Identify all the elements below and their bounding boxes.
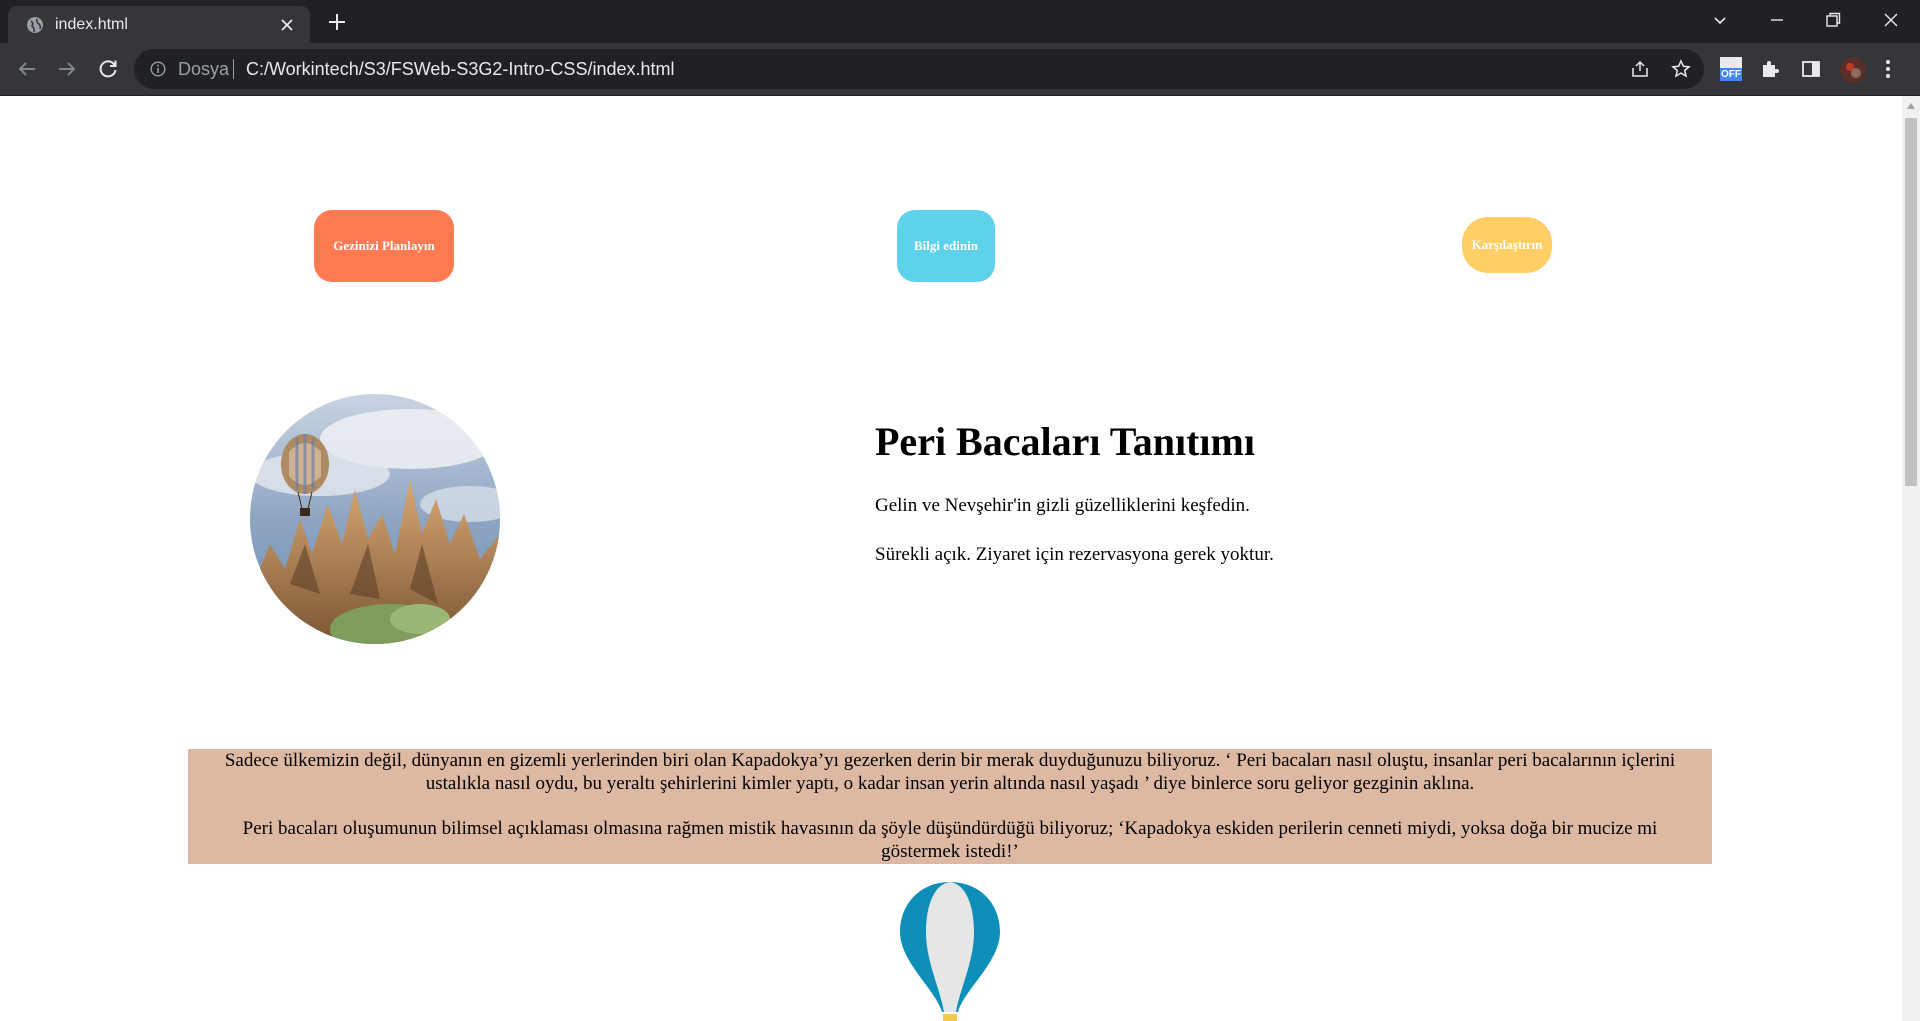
plan-trip-button[interactable]: Gezinizi Planlayın [314,210,454,282]
page-title: Peri Bacaları Tanıtımı [875,419,1255,464]
tab-search-chevron-icon[interactable] [1710,10,1730,30]
compare-button[interactable]: Karşılaştırın [1462,217,1552,273]
extensions-puzzle-icon[interactable] [1759,58,1781,80]
opening-hours-text: Sürekli açık. Ziyaret için rezervasyona … [875,544,1274,565]
reload-icon[interactable] [96,57,120,81]
browser-toolbar: Dosya C:/Workintech/S3/FSWeb-S3G2-Intro-… [0,43,1920,96]
close-tab-icon[interactable] [280,18,294,32]
globe-icon [27,17,43,33]
url-text[interactable]: C:/Workintech/S3/FSWeb-S3G2-Intro-CSS/in… [246,59,674,80]
scrollbar-thumb[interactable] [1905,118,1917,486]
forward-arrow-icon[interactable] [55,57,79,81]
browser-tab[interactable]: index.html [8,6,310,43]
story-paragraph: Peri bacaları oluşumunun bilimsel açıkla… [242,818,1658,862]
share-icon[interactable] [1630,59,1650,79]
page-scrollbar[interactable] [1902,96,1920,1021]
info-icon[interactable] [150,61,166,77]
side-panel-icon[interactable] [1801,59,1821,79]
scroll-up-arrow-icon[interactable] [1906,102,1916,110]
scheme-label: Dosya [178,59,230,79]
extension-badge-label: OFF [1721,69,1741,80]
new-tab-icon[interactable] [328,13,346,31]
back-arrow-icon[interactable] [15,57,39,81]
restore-icon[interactable] [1823,10,1843,30]
story-section: Sadece ülkemizin değil, dünyanın en gize… [188,749,1712,864]
close-window-icon[interactable] [1881,10,1901,30]
bookmark-star-icon[interactable] [1671,59,1691,79]
get-info-button[interactable]: Bilgi edinin [897,210,995,282]
page-content: Gezinizi Planlayın Bilgi edinin Karşılaş… [0,96,1902,1021]
extension-off-icon[interactable]: OFF [1717,55,1745,83]
address-divider [233,59,234,79]
story-paragraph: Sadece ülkemizin değil, dünyanın en gize… [224,750,1676,794]
address-bar[interactable]: Dosya C:/Workintech/S3/FSWeb-S3G2-Intro-… [134,49,1704,89]
cappadocia-image [250,394,500,644]
minimize-icon[interactable] [1767,10,1787,30]
intro-text: Gelin ve Nevşehir'in gizli güzelliklerin… [875,495,1250,516]
tab-title: index.html [55,16,128,33]
menu-kebab-icon[interactable] [1884,59,1892,79]
browser-tab-bar: index.html [0,0,1920,43]
balloon-illustration [900,882,1000,1021]
profile-avatar[interactable] [1839,56,1867,84]
